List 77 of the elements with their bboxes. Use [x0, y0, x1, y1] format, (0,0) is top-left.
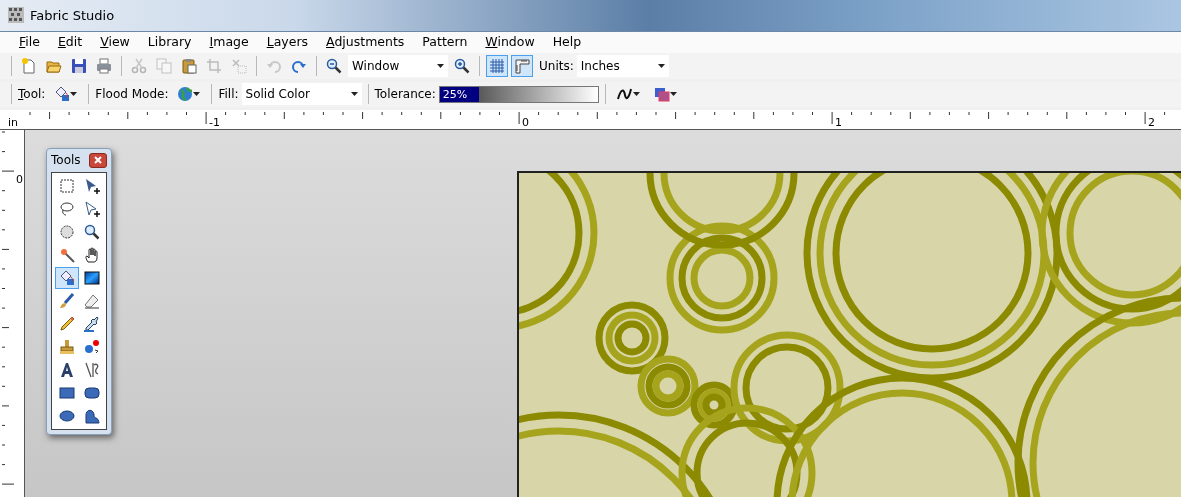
magnifier-icon: [84, 224, 100, 241]
eyedropper-icon: [84, 316, 100, 333]
rectangle-icon: [59, 385, 75, 402]
fill-dropdown[interactable]: Solid Color: [241, 83, 362, 106]
menu-item[interactable]: Layers: [257, 32, 318, 52]
window-title: Fabric Studio: [30, 6, 115, 25]
caret-icon: [437, 63, 444, 68]
line-curve-icon: [84, 362, 100, 379]
caret-icon: [69, 92, 77, 97]
caret-icon: [350, 92, 358, 97]
menu-item[interactable]: Pattern: [413, 32, 477, 52]
freeform-shape-icon: [84, 408, 100, 425]
stamp-icon: [59, 339, 75, 356]
caret-icon: [633, 92, 641, 97]
tool-label: Tool:: [18, 86, 46, 104]
units-dropdown[interactable]: Inches: [576, 54, 669, 77]
menu-item[interactable]: Adjustments: [317, 32, 414, 52]
gradient-icon: [84, 270, 100, 287]
app-logo-icon: [8, 7, 24, 24]
scissors-icon: [131, 57, 147, 74]
arrow-plus-icon: [84, 178, 100, 195]
palette-title: Tools: [51, 152, 81, 170]
lasso-icon: [59, 201, 75, 218]
text-tool-icon: [59, 362, 75, 379]
rulers-toggle[interactable]: [511, 54, 533, 77]
ruler-label: 2: [1148, 117, 1155, 129]
rounded-rectangle-icon: [84, 385, 100, 402]
tolerance-label: Tolerance:: [374, 86, 436, 104]
grid-toggle[interactable]: [486, 54, 508, 77]
tolerance-value: 25%: [442, 86, 468, 102]
printer-icon: [96, 57, 112, 74]
ruler-unit-label: in: [8, 117, 19, 129]
paint-bucket-tool[interactable]: [55, 267, 79, 290]
menu-item[interactable]: Image: [200, 32, 258, 52]
new-file-icon: [21, 57, 37, 74]
grid-icon: [489, 57, 505, 74]
caret-icon: [657, 63, 665, 68]
close-button[interactable]: [89, 152, 107, 168]
caret-icon: [670, 92, 678, 97]
zoom-out-icon: [326, 57, 342, 74]
color-dots-icon: [84, 339, 100, 356]
menu-item[interactable]: Window: [476, 32, 544, 52]
eraser-icon: [84, 293, 100, 310]
flood-mode-label: Flood Mode:: [95, 86, 169, 104]
ruler-label: 1: [835, 117, 842, 129]
globe-icon: [176, 86, 193, 103]
menu-item[interactable]: File: [10, 32, 49, 52]
copy-pages-icon: [156, 57, 172, 74]
ruler-label: -1: [209, 117, 220, 129]
menu-item[interactable]: Library: [138, 32, 201, 52]
crop-icon: [206, 57, 222, 74]
tolerance-slider[interactable]: 25%: [438, 85, 599, 103]
clear-selection-icon: [231, 57, 247, 74]
menu-item[interactable]: Edit: [48, 32, 92, 52]
paint-bucket-icon: [53, 86, 70, 103]
units-label: Units:: [539, 57, 574, 75]
rectangle-select-icon: [59, 178, 75, 195]
brush-icon: [59, 293, 75, 310]
menu-item[interactable]: Help: [543, 32, 591, 52]
ellipse-icon: [59, 408, 75, 425]
menu-item[interactable]: View: [91, 32, 139, 52]
overlapping-squares-icon: [654, 86, 671, 103]
zoom-dropdown[interactable]: Window: [348, 54, 448, 77]
fill-label: Fill:: [218, 86, 239, 104]
ruler-label: 0: [16, 174, 23, 186]
paint-bucket-icon: [59, 270, 75, 287]
hand-icon: [84, 247, 100, 264]
close-icon: [93, 155, 103, 166]
magic-wand-icon: [59, 247, 75, 264]
ruler-label: 0: [522, 117, 529, 129]
clipboard-icon: [181, 57, 197, 74]
caret-icon: [192, 92, 200, 97]
hollow-arrow-plus-icon: [84, 201, 100, 218]
ruler-icon: [514, 57, 530, 74]
zoom-in-icon: [454, 57, 470, 74]
ellipse-select-icon: [59, 224, 75, 241]
pencil-icon: [59, 316, 75, 333]
